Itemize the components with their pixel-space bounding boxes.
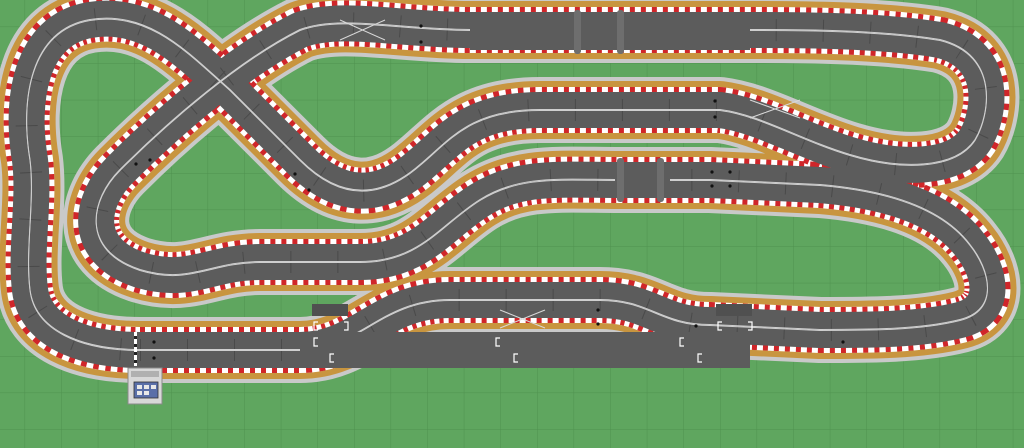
bridge-pier-icon xyxy=(617,10,624,54)
track-layout-canvas[interactable] xyxy=(0,0,1024,448)
pit-box xyxy=(716,304,752,316)
pit-box xyxy=(312,304,348,316)
bridge-straight[interactable] xyxy=(470,14,750,50)
bridge-pier-icon xyxy=(574,10,581,54)
bridge-pier-icon xyxy=(617,158,624,202)
lap-counter-icon[interactable] xyxy=(127,367,163,405)
start-finish-line xyxy=(134,332,137,366)
bridge-pier-icon xyxy=(657,158,664,202)
